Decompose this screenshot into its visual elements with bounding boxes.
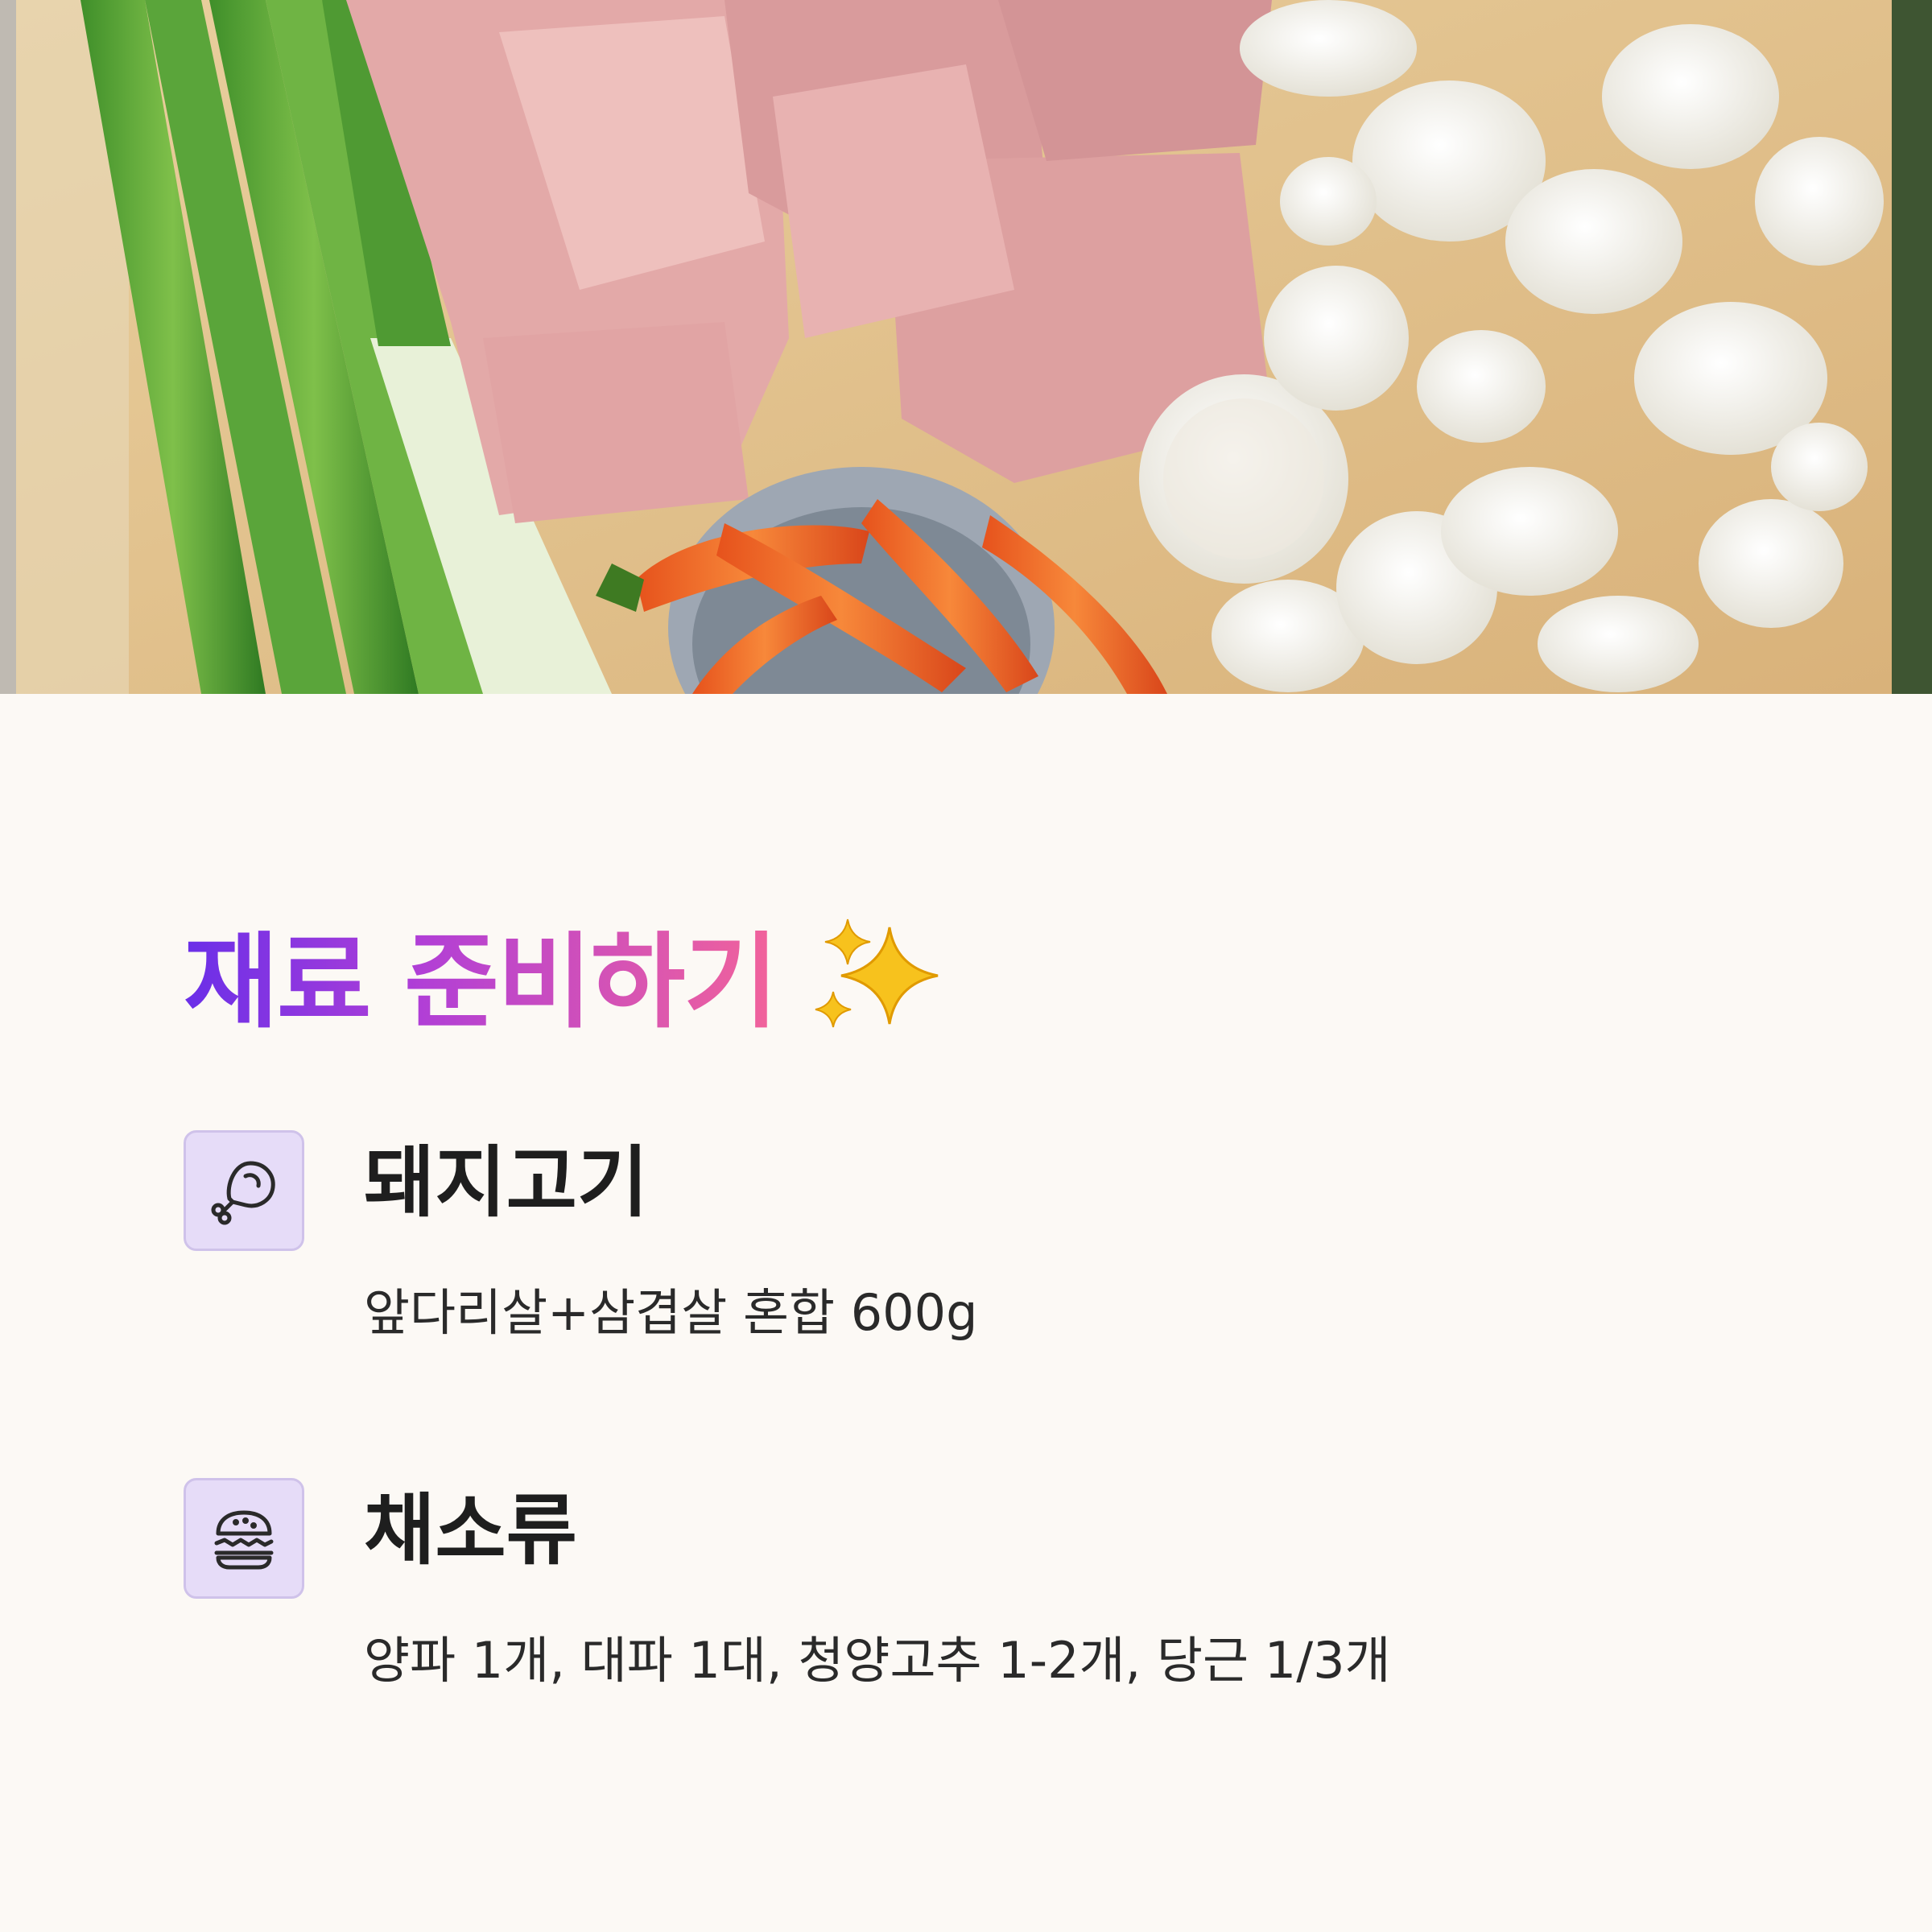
ingredients-section: 재료 준비하기 돼지고기 앞다리살+삼겹살 혼합 600g 채소류 양파 1개,… <box>0 694 1932 1932</box>
ingredient-description: 양파 1개, 대파 1대, 청양고추 1-2개, 당근 1/3개 <box>364 1631 1391 1690</box>
ingredient-title: 채소류 <box>364 1485 577 1575</box>
section-title-text: 재료 준비하기 <box>184 922 778 1042</box>
meat-drumstick-icon <box>184 1130 304 1251</box>
sparkles-icon <box>809 911 954 1067</box>
ingredient-description: 앞다리살+삼겹살 혼합 600g <box>364 1283 978 1342</box>
ingredient-title: 돼지고기 <box>364 1137 649 1228</box>
burger-icon <box>184 1478 304 1599</box>
ingredients-photo <box>0 0 1932 694</box>
section-title: 재료 준비하기 <box>184 911 954 1067</box>
